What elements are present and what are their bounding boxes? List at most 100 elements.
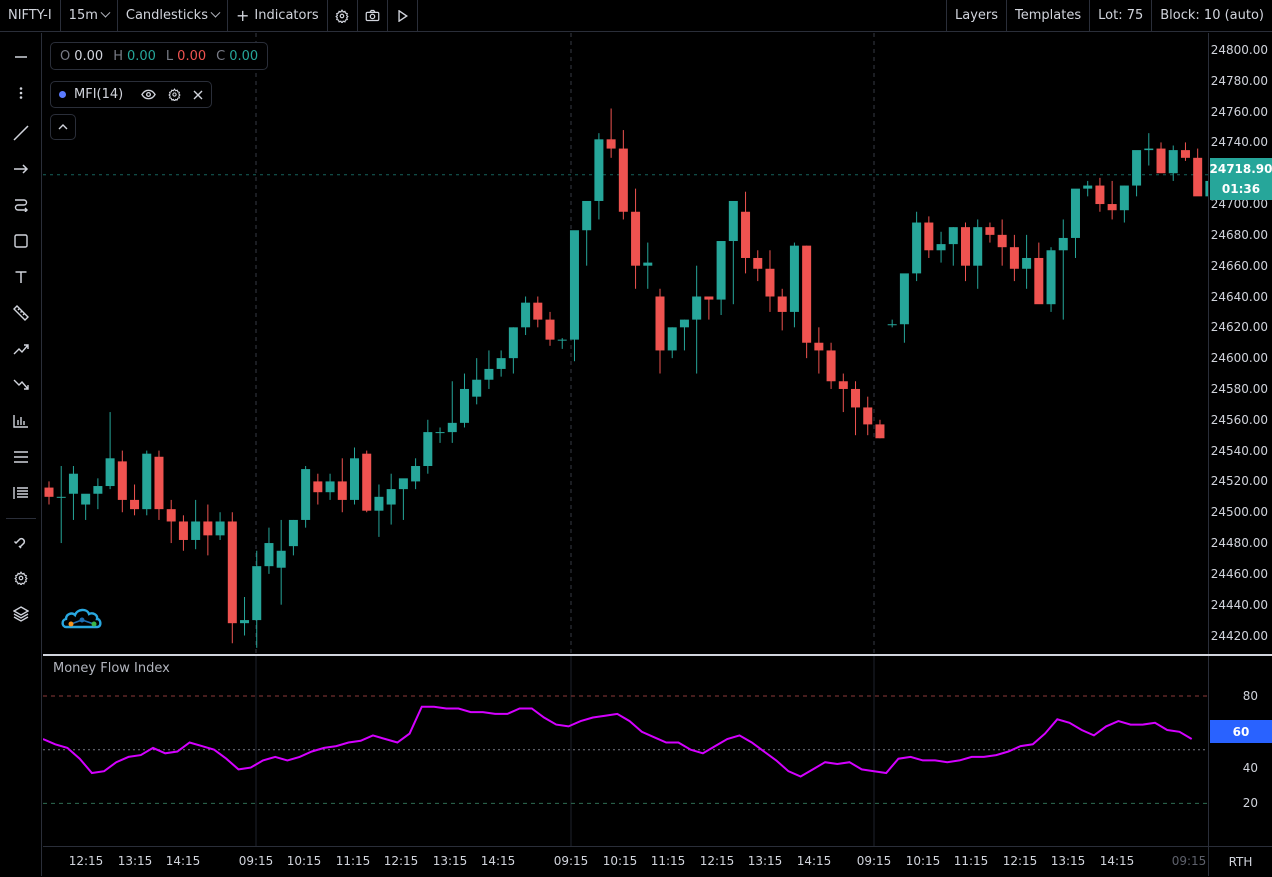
price-tick-label: 24520.00 <box>1211 474 1268 488</box>
horizontal-lines-tool[interactable] <box>9 445 33 469</box>
candle-body <box>668 327 677 350</box>
trend-down-tool[interactable] <box>9 373 33 397</box>
trend-up-icon <box>13 343 29 355</box>
ohlc-o-value: 0.00 <box>74 49 103 64</box>
ohlc-l-value: 0.00 <box>177 49 206 64</box>
candle-body <box>765 269 774 297</box>
time-tick-label: 12:15 <box>384 854 419 868</box>
candle-body <box>533 303 542 320</box>
candle-body <box>656 297 665 351</box>
indicator-chip[interactable]: MFI(14) <box>50 81 212 108</box>
indicators-button[interactable]: +Indicators <box>228 0 328 31</box>
time-tick-label: 09:15 <box>554 854 589 868</box>
price-tick-label: 24560.00 <box>1211 413 1268 427</box>
candle-body <box>1120 186 1129 211</box>
mfi-pane-title: Money Flow Index <box>53 661 170 676</box>
arrow-right-icon <box>13 163 29 175</box>
lot-button[interactable]: Lot: 75 <box>1089 0 1151 31</box>
settings-button[interactable] <box>328 0 358 31</box>
path-icon <box>13 198 29 212</box>
candle-body <box>619 149 628 212</box>
candle-body <box>460 389 469 423</box>
candle-body <box>484 369 493 380</box>
time-tick-label: 14:15 <box>166 854 201 868</box>
ray-tool[interactable] <box>9 157 33 181</box>
candle-body <box>472 380 481 397</box>
price-chart-pane[interactable] <box>43 33 1208 654</box>
time-tick-label: 11:15 <box>651 854 686 868</box>
magnet-tool[interactable] <box>9 530 33 554</box>
replay-button[interactable] <box>388 0 418 31</box>
symbol-selector[interactable]: NIFTY-I <box>0 0 61 31</box>
time-tick-label: 12:15 <box>700 854 735 868</box>
more-tools-button[interactable] <box>9 81 33 105</box>
candle-body <box>631 212 640 266</box>
layers-button[interactable]: Layers <box>946 0 1006 31</box>
gear-icon[interactable] <box>168 88 181 101</box>
price-tick-label: 24600.00 <box>1211 351 1268 365</box>
session-toggle[interactable]: RTH <box>1208 846 1272 876</box>
layers-label: Layers <box>955 8 998 23</box>
price-tick-label: 24500.00 <box>1211 505 1268 519</box>
candle-body <box>436 432 445 433</box>
volume-profile-tool[interactable] <box>9 409 33 433</box>
candle-body <box>912 223 921 274</box>
time-axis-labels: 12:1513:1514:1509:1510:1511:1512:1513:15… <box>43 847 1208 877</box>
price-tick-label: 24460.00 <box>1211 567 1268 581</box>
candle-body <box>142 454 151 509</box>
measure-tool[interactable] <box>9 301 33 325</box>
screenshot-button[interactable] <box>358 0 388 31</box>
text-tool[interactable] <box>9 265 33 289</box>
layers-tool[interactable] <box>9 602 33 626</box>
time-axis[interactable]: 12:1513:1514:1509:1510:1511:1512:1513:15… <box>43 846 1208 876</box>
candle-body <box>1144 149 1153 151</box>
candle-body <box>741 212 750 258</box>
ohlc-legend: O0.00 H0.00 L0.00 C0.00 <box>50 42 268 70</box>
candle-body <box>118 461 127 500</box>
price-tick-label: 24740.00 <box>1211 135 1268 149</box>
indicators-label: Indicators <box>254 8 318 23</box>
price-axis[interactable]: 24800.0024780.0024760.0024740.0024720.00… <box>1208 33 1272 654</box>
templates-button[interactable]: Templates <box>1006 0 1089 31</box>
price-tick-label: 24760.00 <box>1211 105 1268 119</box>
rectangle-tool[interactable] <box>9 229 33 253</box>
price-tick-label: 24540.00 <box>1211 444 1268 458</box>
interval-selector[interactable]: 15m <box>61 0 118 31</box>
trend-up-tool[interactable] <box>9 337 33 361</box>
candle-body <box>1181 150 1190 158</box>
candle-body <box>81 494 90 505</box>
indicator-name: MFI(14) <box>74 87 123 102</box>
more-vertical-icon <box>14 86 28 100</box>
candle-body <box>313 481 322 492</box>
eye-icon[interactable] <box>141 89 156 100</box>
mfi-axis[interactable]: 80 40 20 <box>1208 656 1272 846</box>
candle-body <box>1095 186 1104 204</box>
chart-style-selector[interactable]: Candlesticks <box>118 0 228 31</box>
trend-line-tool[interactable] <box>9 121 33 145</box>
candle-body <box>448 423 457 432</box>
cursor-tool[interactable] <box>9 45 33 69</box>
candle-body <box>154 457 163 509</box>
collapse-legend-button[interactable] <box>50 114 76 140</box>
price-tick-label: 24660.00 <box>1211 259 1268 273</box>
play-icon <box>397 10 408 22</box>
price-tick-label: 24800.00 <box>1211 43 1268 57</box>
list-tool[interactable] <box>9 481 33 505</box>
candle-body <box>264 543 273 566</box>
interval-label: 15m <box>69 8 98 23</box>
candle-body <box>570 230 579 339</box>
block-button[interactable]: Block: 10 (auto) <box>1151 0 1272 31</box>
horizontal-line-icon <box>14 50 28 64</box>
chart-style-label: Candlesticks <box>126 8 208 23</box>
block-label: Block: 10 (auto) <box>1160 8 1264 23</box>
price-tick-label: 24440.00 <box>1211 598 1268 612</box>
ohlc-h-key: H <box>113 49 123 64</box>
candle-body <box>45 488 54 497</box>
chart-settings-button[interactable] <box>9 566 33 590</box>
candle-body <box>692 297 701 320</box>
candle-body <box>594 139 603 201</box>
path-tool[interactable] <box>9 193 33 217</box>
mfi-pane[interactable] <box>43 656 1208 846</box>
magnet-icon <box>13 534 29 550</box>
close-icon[interactable] <box>193 90 203 100</box>
